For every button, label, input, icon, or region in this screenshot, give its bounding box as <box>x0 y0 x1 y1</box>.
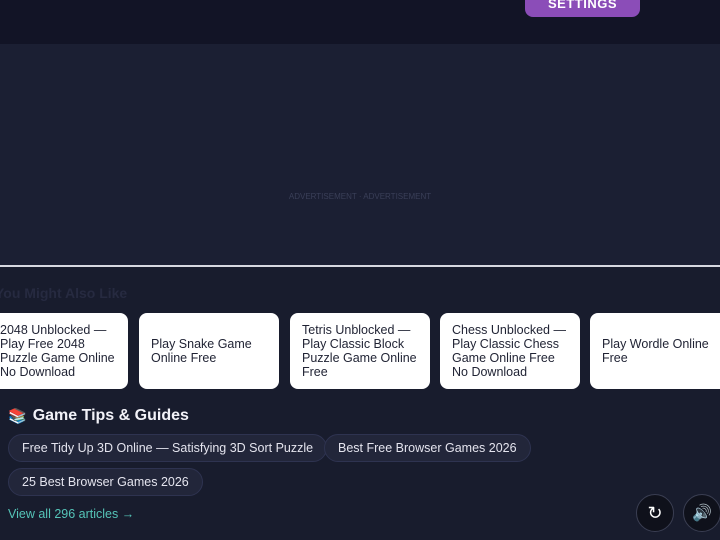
sound-button[interactable]: 🔊 <box>683 494 720 532</box>
article-link-tidy-up[interactable]: Free Tidy Up 3D Online — Satisfying 3D S… <box>8 434 328 462</box>
article-link-25-best-games[interactable]: 25 Best Browser Games 2026 <box>8 468 203 496</box>
game-card-label: Tetris Unblocked — Play Classic Block Pu… <box>302 323 417 379</box>
speaker-icon: 🔊 <box>692 505 712 522</box>
settings-button[interactable]: SETTINGS <box>525 0 640 17</box>
game-card-label: Play Snake Game Online Free <box>151 337 252 365</box>
guides-title: Game Tips & Guides <box>32 407 189 424</box>
article-link-best-browser-games[interactable]: Best Free Browser Games 2026 <box>324 434 531 462</box>
ad-label: ADVERTISEMENT · ADVERTISEMENT <box>288 192 432 201</box>
game-card-2048[interactable]: 2048 Unblocked — Play Free 2048 Puzzle G… <box>0 313 128 389</box>
game-card-wordle[interactable]: Play Wordle Online Free <box>590 313 720 389</box>
top-bar: SETTINGS <box>0 0 720 44</box>
section-divider <box>0 265 720 267</box>
game-card-snake[interactable]: Play Snake Game Online Free <box>139 313 279 389</box>
game-card-label: Play Wordle Online Free <box>602 337 709 365</box>
refresh-icon: ↻ <box>647 502 663 523</box>
refresh-button[interactable]: ↻ <box>636 494 674 532</box>
recommendations-heading: You Might Also Like <box>0 285 128 301</box>
ad-placeholder <box>0 44 720 265</box>
guides-heading: 📚 Game Tips & Guides <box>8 407 189 425</box>
books-icon: 📚 <box>8 408 27 425</box>
recommendations-row: 2048 Unblocked — Play Free 2048 Puzzle G… <box>0 313 720 389</box>
game-card-chess[interactable]: Chess Unblocked — Play Classic Chess Gam… <box>440 313 580 389</box>
game-card-label: 2048 Unblocked — Play Free 2048 Puzzle G… <box>0 323 115 379</box>
game-card-tetris[interactable]: Tetris Unblocked — Play Classic Block Pu… <box>290 313 430 389</box>
view-all-articles-link[interactable]: View all 296 articles → <box>8 507 134 521</box>
game-card-label: Chess Unblocked — Play Classic Chess Gam… <box>452 323 566 379</box>
